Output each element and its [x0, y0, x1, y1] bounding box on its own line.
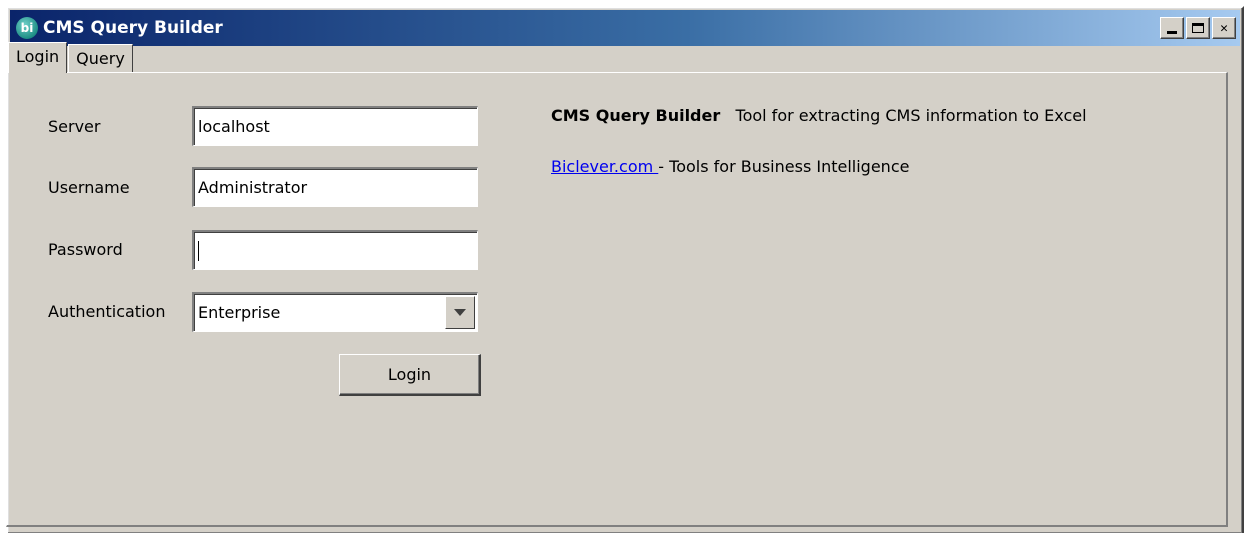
- tab-strip: Login Query: [8, 40, 134, 73]
- login-panel: [6, 72, 1228, 527]
- app-logo-icon: bi: [16, 17, 38, 39]
- minimize-button[interactable]: [1160, 17, 1184, 39]
- chevron-down-icon: [454, 309, 466, 316]
- link-description: - Tools for Business Intelligence: [658, 157, 910, 176]
- password-label: Password: [48, 240, 123, 259]
- product-name: CMS Query Builder: [551, 106, 721, 125]
- product-info: CMS Query Builder Tool for extracting CM…: [551, 106, 1087, 125]
- maximize-icon: [1192, 23, 1204, 33]
- server-input[interactable]: localhost: [192, 106, 478, 146]
- login-button[interactable]: Login: [339, 354, 481, 396]
- biclever-link[interactable]: Biclever.com: [551, 157, 658, 176]
- minimize-icon: [1167, 30, 1177, 34]
- title-bar[interactable]: bi CMS Query Builder ✕: [10, 10, 1240, 46]
- website-info: Biclever.com - Tools for Business Intell…: [551, 157, 909, 176]
- maximize-button[interactable]: [1186, 17, 1210, 39]
- username-label: Username: [48, 178, 130, 197]
- tab-query[interactable]: Query: [68, 44, 133, 72]
- close-icon: ✕: [1220, 20, 1228, 36]
- authentication-selected-value: Enterprise: [198, 303, 281, 322]
- dropdown-arrow-button[interactable]: [445, 296, 475, 329]
- authentication-label: Authentication: [48, 302, 166, 321]
- text-caret: [198, 240, 199, 261]
- close-button[interactable]: ✕: [1212, 17, 1236, 39]
- tab-login[interactable]: Login: [8, 42, 68, 73]
- product-description: Tool for extracting CMS information to E…: [735, 106, 1087, 125]
- password-input[interactable]: [192, 230, 478, 270]
- window-controls: ✕: [1160, 17, 1236, 39]
- window-title: CMS Query Builder: [43, 18, 223, 38]
- username-input[interactable]: Administrator: [192, 167, 478, 207]
- server-label: Server: [48, 117, 101, 136]
- authentication-select[interactable]: Enterprise: [192, 292, 478, 332]
